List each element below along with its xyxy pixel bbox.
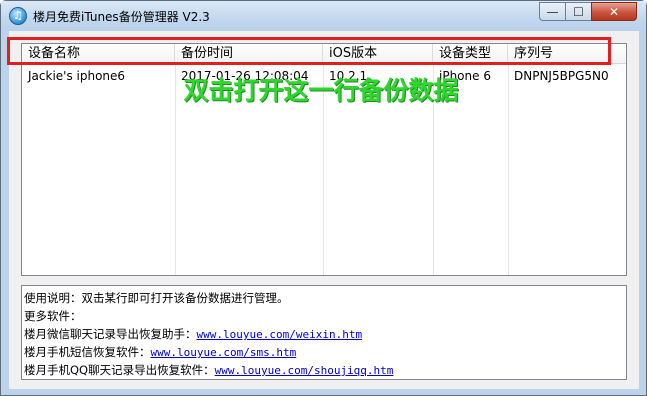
software-label: 楼月微信聊天记录导出恢复助手：	[24, 327, 197, 341]
software-label: 楼月手机QQ聊天记录导出恢复软件：	[24, 363, 215, 377]
app-window: ♫ 楼月免费iTunes备份管理器 V2.3 — ☐ ✕ 设备名称 备份时间 i…	[0, 0, 647, 396]
software-link-row: 楼月手机短信恢复软件：www.louyue.com/sms.htm	[24, 343, 624, 361]
title-bar[interactable]: ♫ 楼月免费iTunes备份管理器 V2.3 — ☐ ✕	[1, 1, 646, 31]
weixin-link[interactable]: www.louyue.com/weixin.htm	[197, 328, 363, 341]
annotation-text: 双击打开这一行备份数据	[183, 76, 459, 105]
cell-serial-number: DNPNJ5BPG5N0	[514, 69, 609, 83]
cell-device-name: Jackie's iphone6	[28, 69, 126, 83]
shoujiqq-link[interactable]: www.louyue.com/shoujiqq.htm	[215, 364, 394, 377]
close-button[interactable]: ✕	[591, 2, 637, 21]
more-software-text: 更多软件：	[24, 309, 82, 323]
software-link-row: 楼月手机QQ聊天记录导出恢复软件：www.louyue.com/shoujiqq…	[24, 361, 624, 379]
maximize-button[interactable]: ☐	[565, 2, 592, 21]
window-title: 楼月免费iTunes备份管理器 V2.3	[33, 10, 210, 24]
software-link-row: 楼月微信聊天记录导出恢复助手：www.louyue.com/weixin.htm	[24, 325, 624, 343]
software-label: 楼月手机短信恢复软件：	[24, 345, 151, 359]
info-panel: 使用说明：双击某行即可打开该备份数据进行管理。 更多软件： 楼月微信聊天记录导出…	[21, 285, 627, 380]
minimize-button[interactable]: —	[539, 2, 566, 21]
itunes-note-icon: ♫	[9, 7, 27, 25]
usage-text: 使用说明：双击某行即可打开该备份数据进行管理。	[24, 291, 289, 305]
sms-link[interactable]: www.louyue.com/sms.htm	[151, 346, 297, 359]
row-highlight-box	[7, 37, 611, 65]
column-divider	[508, 64, 509, 275]
